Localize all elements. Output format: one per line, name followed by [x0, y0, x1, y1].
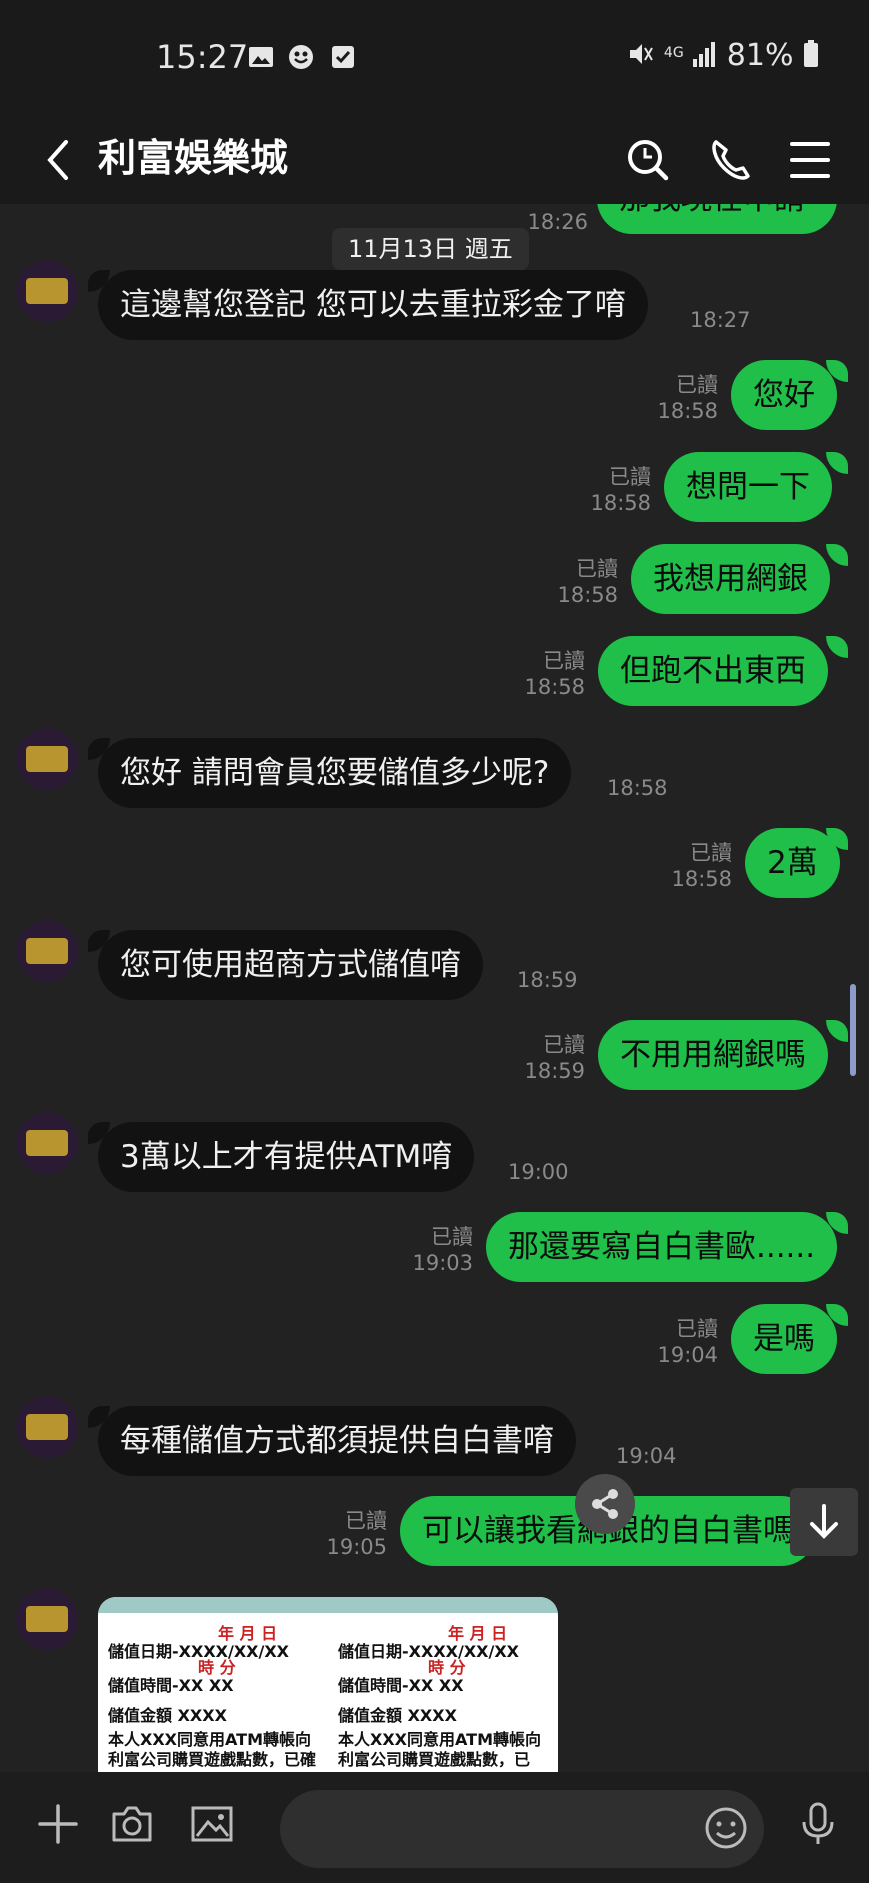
message-input[interactable] — [280, 1790, 764, 1868]
message-bubble-out[interactable]: 想問一下 — [664, 452, 832, 522]
image-form-left: 年 月 日 儲值日期-XXXX/XX/XX 時 分 儲值時間-XX XX 儲值金… — [108, 1624, 317, 1769]
read-receipt: 已讀 18:58 — [657, 373, 718, 423]
read-receipt: 已讀 18:59 — [524, 1033, 585, 1083]
message-bubble-out[interactable]: 您好 — [731, 360, 837, 430]
message-bubble-out[interactable]: 我想用網銀 — [631, 544, 830, 614]
avatar[interactable] — [16, 1112, 78, 1174]
message-bubble-in[interactable]: 3萬以上才有提供ATM唷 — [98, 1122, 475, 1192]
image-icon[interactable] — [188, 1800, 236, 1848]
read-receipt: 已讀 19:03 — [412, 1225, 473, 1275]
avatar[interactable] — [16, 920, 78, 982]
message-bubble-out[interactable]: 2萬 — [745, 828, 840, 898]
avatar[interactable] — [16, 1588, 78, 1650]
read-receipt: 已讀 19:04 — [657, 1317, 718, 1367]
message-bubble-out[interactable]: 那我現在申請 — [597, 204, 837, 234]
smiley-notification-icon — [289, 45, 313, 69]
camera-icon[interactable] — [108, 1800, 156, 1848]
bubble-tail — [826, 544, 848, 566]
back-icon[interactable] — [38, 132, 78, 188]
message-bubble-in[interactable]: 您好 請問會員您要儲值多少呢? — [98, 738, 572, 808]
mute-icon — [630, 44, 654, 64]
bubble-tail — [826, 452, 848, 474]
search-icon[interactable] — [618, 128, 678, 192]
read-receipt: 已讀 18:58 — [524, 649, 585, 699]
read-receipt: 已讀 18:58 — [671, 841, 732, 891]
message-bubble-out[interactable]: 是嗎 — [731, 1304, 837, 1374]
arrow-down-icon — [810, 1504, 838, 1539]
emoji-icon[interactable] — [702, 1804, 750, 1852]
chat-title: 利富娛樂城 — [98, 136, 289, 180]
avatar[interactable] — [16, 260, 78, 322]
share-button[interactable] — [575, 1474, 635, 1534]
microphone-icon[interactable] — [794, 1800, 842, 1848]
signal-icon — [693, 42, 716, 67]
input-bar — [0, 1772, 869, 1883]
battery-percent: 81% — [726, 38, 794, 73]
message-bubble-out[interactable]: 那還要寫自白書歐...... — [486, 1212, 838, 1282]
plus-icon[interactable] — [34, 1800, 82, 1848]
phone-icon[interactable] — [700, 128, 760, 192]
status-right: 4G 81% — [626, 38, 819, 73]
avatar[interactable] — [16, 1396, 78, 1458]
read-receipt: 已讀 19:05 — [326, 1509, 387, 1559]
read-receipt: 已讀 18:58 — [557, 557, 618, 607]
scroll-down-button[interactable] — [790, 1488, 858, 1556]
message-bubble-out[interactable]: 但跑不出東西 — [598, 636, 828, 706]
bubble-tail — [826, 636, 848, 658]
message-bubble-in[interactable]: 您可使用超商方式儲值唷 — [98, 930, 483, 1000]
message-time: 19:00 — [508, 1160, 569, 1184]
checkbox-notification-icon — [332, 46, 354, 68]
status-time: 15:27 — [156, 38, 249, 76]
message-bubble-out[interactable]: 不用用網銀嗎 — [598, 1020, 828, 1090]
battery-icon — [804, 40, 818, 67]
chat-area[interactable]: 那我現在申請 18:26 11月13日 週五 這邊幫您登記 您可以去重拉彩金了唷… — [0, 204, 869, 1772]
message-bubble-in[interactable]: 這邊幫您登記 您可以去重拉彩金了唷 — [98, 270, 648, 340]
status-bar: 15:27 4G 81% — [0, 0, 869, 118]
date-divider: 11月13日 週五 — [332, 228, 529, 270]
image-header-strip — [98, 1597, 558, 1613]
share-icon — [592, 1489, 618, 1519]
message-bubble-in[interactable]: 每種儲值方式都須提供自白書唷 — [98, 1406, 576, 1476]
image-form-right: 年 月 日 儲值日期-XXXX/XX/XX 時 分 儲值時間-XX XX 儲值金… — [338, 1624, 541, 1769]
message-time: 18:59 — [517, 968, 578, 992]
message-time: 18:58 — [607, 776, 668, 800]
gallery-icon — [249, 47, 273, 67]
avatar[interactable] — [16, 728, 78, 790]
bubble-tail — [826, 1020, 848, 1042]
chat-header: 利富娛樂城 — [0, 118, 869, 204]
image-message[interactable]: 年 月 日 儲值日期-XXXX/XX/XX 時 分 儲值時間-XX XX 儲值金… — [98, 1597, 558, 1772]
scrollbar-thumb[interactable] — [850, 984, 856, 1076]
read-receipt: 已讀 18:58 — [590, 465, 651, 515]
message-time: 19:04 — [616, 1444, 677, 1468]
menu-icon[interactable] — [780, 128, 840, 192]
network-type: 4G — [663, 45, 684, 61]
message-time: 18:27 — [690, 308, 751, 332]
